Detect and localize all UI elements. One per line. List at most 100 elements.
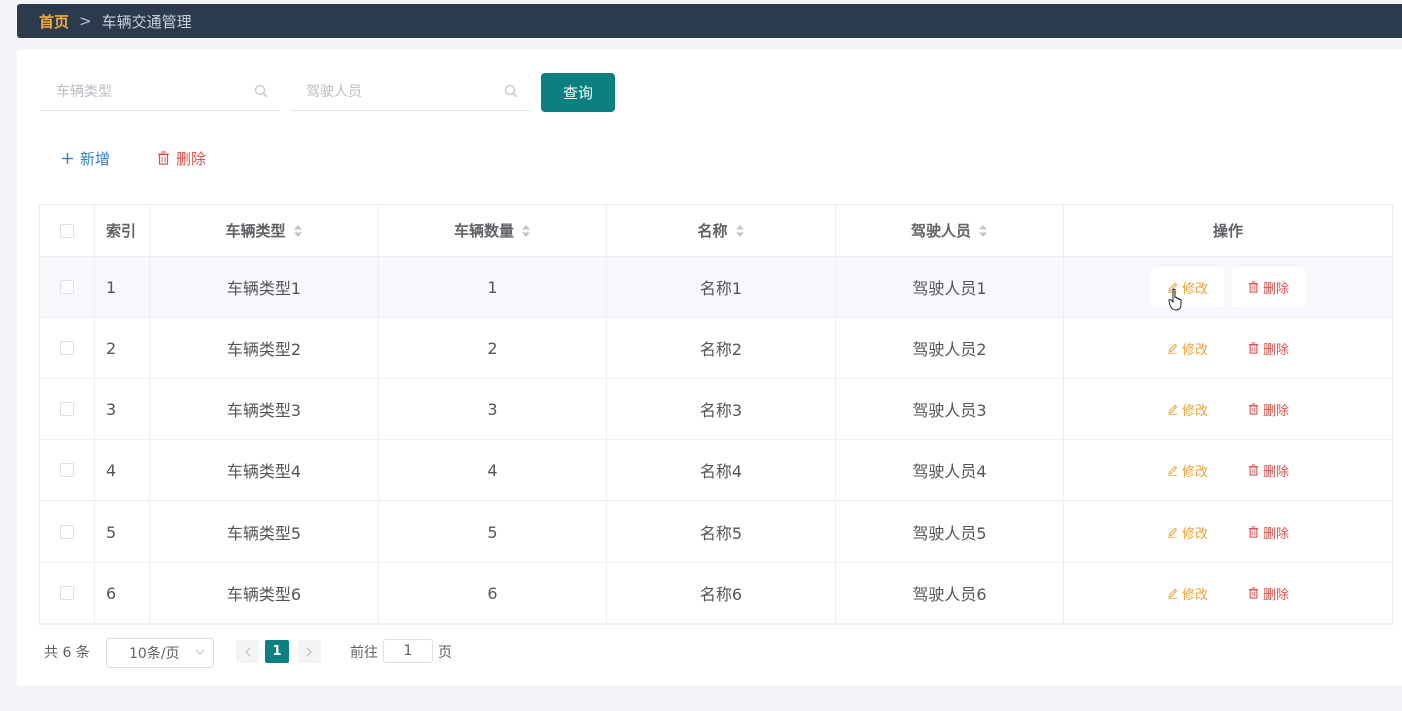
cell-operation: 修改 删除 xyxy=(1064,318,1392,378)
edit-icon xyxy=(1167,465,1178,476)
row-checkbox[interactable] xyxy=(60,586,74,600)
trash-icon xyxy=(158,151,169,165)
add-button[interactable]: 新增 xyxy=(61,146,110,170)
cell-operation: 修改 删除 xyxy=(1064,563,1392,623)
cell-name: 名称1 xyxy=(607,257,836,317)
edit-button-label: 修改 xyxy=(1181,342,1208,358)
cell-vehicle-type: 车辆类型2 xyxy=(150,318,379,378)
cell-operation: 修改 删除 xyxy=(1064,257,1392,317)
row-checkbox[interactable] xyxy=(60,463,74,477)
vehicle-type-input[interactable] xyxy=(40,73,258,111)
sort-icon[interactable] xyxy=(735,224,745,238)
cell-operation: 修改 删除 xyxy=(1064,379,1392,439)
edit-button-label: 修改 xyxy=(1181,526,1208,542)
row-checkbox[interactable] xyxy=(60,280,74,294)
query-button[interactable]: 查询 xyxy=(541,73,615,112)
cell-vehicle-count: 3 xyxy=(379,379,607,439)
select-all-checkbox[interactable] xyxy=(60,223,74,238)
cell-index: 5 xyxy=(95,502,150,562)
cell-vehicle-count: 1 xyxy=(379,257,607,317)
sort-icon[interactable] xyxy=(521,224,531,238)
batch-delete-label: 删除 xyxy=(176,149,207,168)
cell-vehicle-type: 车辆类型3 xyxy=(150,379,379,439)
breadcrumb-separator: > xyxy=(79,12,92,30)
page-number-current[interactable]: 1 xyxy=(265,640,289,663)
cell-vehicle-count: 5 xyxy=(379,502,607,562)
sort-icon[interactable] xyxy=(293,224,303,238)
sort-icon[interactable] xyxy=(978,224,988,238)
goto-suffix: 页 xyxy=(438,645,452,661)
table-row[interactable]: 4 车辆类型4 4 名称4 驾驶人员4 修改 删除 xyxy=(40,440,1392,501)
driver-input[interactable] xyxy=(290,73,508,111)
table-row[interactable]: 3 车辆类型3 3 名称3 驾驶人员3 修改 删除 xyxy=(40,379,1392,440)
cell-index: 6 xyxy=(95,563,150,623)
cell-name: 名称2 xyxy=(607,318,836,378)
header-name[interactable]: 名称 xyxy=(607,205,836,256)
search-icon[interactable] xyxy=(504,84,518,98)
edit-button[interactable]: 修改 xyxy=(1151,328,1224,368)
cell-vehicle-count: 4 xyxy=(379,440,607,500)
header-checkbox-cell xyxy=(40,205,95,256)
edit-button[interactable]: 修改 xyxy=(1151,512,1224,552)
delete-button-label: 删除 xyxy=(1263,464,1290,480)
chevron-down-icon xyxy=(195,649,205,655)
edit-button[interactable]: 修改 xyxy=(1151,450,1224,490)
header-driver[interactable]: 驾驶人员 xyxy=(836,205,1064,256)
header-vehicle-count-label: 车辆数量 xyxy=(453,222,514,240)
main-panel: 查询 新增 删除 索引 车辆类型 车辆数量 名称 驾驶人员 操作 1车辆类型11… xyxy=(17,50,1402,685)
delete-button-label: 删除 xyxy=(1263,281,1290,297)
cell-vehicle-type: 车辆类型4 xyxy=(150,440,379,500)
goto-page-input[interactable] xyxy=(383,639,433,663)
delete-button[interactable]: 删除 xyxy=(1232,450,1305,490)
cell-driver: 驾驶人员3 xyxy=(836,379,1064,439)
trash-icon xyxy=(1248,403,1259,415)
row-checkbox-cell xyxy=(40,318,95,378)
delete-button-label: 删除 xyxy=(1263,403,1290,419)
header-vehicle-count[interactable]: 车辆数量 xyxy=(379,205,607,256)
row-checkbox[interactable] xyxy=(60,341,74,355)
delete-button[interactable]: 删除 xyxy=(1232,573,1305,613)
edit-button[interactable]: 修改 xyxy=(1150,267,1224,307)
page-size-select[interactable]: 10条/页 xyxy=(106,638,214,668)
breadcrumb-home[interactable]: 首页 xyxy=(39,11,69,32)
edit-button-label: 修改 xyxy=(1181,403,1208,419)
cell-driver: 驾驶人员4 xyxy=(836,440,1064,500)
next-page-button[interactable] xyxy=(298,640,321,663)
table-row[interactable]: 2 车辆类型2 2 名称2 驾驶人员2 修改 删除 xyxy=(40,318,1392,379)
row-checkbox-cell xyxy=(40,440,95,500)
delete-button[interactable]: 删除 xyxy=(1232,512,1305,552)
table-row[interactable]: 5 车辆类型5 5 名称5 驾驶人员5 修改 删除 xyxy=(40,502,1392,563)
trash-icon xyxy=(1248,281,1259,293)
edit-button[interactable]: 修改 xyxy=(1151,389,1224,429)
header-driver-label: 驾驶人员 xyxy=(910,222,971,240)
delete-button[interactable]: 删除 xyxy=(1232,328,1305,368)
driver-search xyxy=(290,73,530,111)
edit-button-label: 修改 xyxy=(1181,464,1208,480)
row-checkbox[interactable] xyxy=(60,402,74,416)
row-checkbox-cell xyxy=(40,563,95,623)
cell-driver: 驾驶人员5 xyxy=(836,502,1064,562)
delete-button[interactable]: 删除 xyxy=(1232,389,1305,429)
edit-icon xyxy=(1167,343,1178,354)
cell-driver: 驾驶人员2 xyxy=(836,318,1064,378)
table-row[interactable]: 6 车辆类型6 6 名称6 驾驶人员6 修改 删除 xyxy=(40,563,1392,624)
edit-button[interactable]: 修改 xyxy=(1151,573,1224,613)
trash-icon xyxy=(1248,342,1259,354)
prev-page-button[interactable] xyxy=(236,640,259,663)
page-size-value: 10条/页 xyxy=(129,646,180,662)
header-operation: 操作 xyxy=(1212,222,1243,240)
header-vehicle-type-label: 车辆类型 xyxy=(225,222,286,240)
batch-delete-button[interactable]: 删除 xyxy=(157,146,206,170)
cell-vehicle-count: 2 xyxy=(379,318,607,378)
plus-icon xyxy=(62,152,73,164)
pagination: 共 6 条 10条/页 1 前往 页 xyxy=(44,638,644,668)
edit-icon xyxy=(1167,404,1178,415)
cell-vehicle-count: 6 xyxy=(379,563,607,623)
delete-button[interactable]: 删除 xyxy=(1232,267,1306,307)
search-icon[interactable] xyxy=(254,84,268,98)
trash-icon xyxy=(1248,464,1259,476)
table-row[interactable]: 1 车辆类型1 1 名称1 驾驶人员1 修改 删除 xyxy=(40,257,1392,318)
row-checkbox[interactable] xyxy=(60,525,74,539)
cell-vehicle-type: 车辆类型1 xyxy=(150,257,379,317)
header-vehicle-type[interactable]: 车辆类型 xyxy=(150,205,379,256)
